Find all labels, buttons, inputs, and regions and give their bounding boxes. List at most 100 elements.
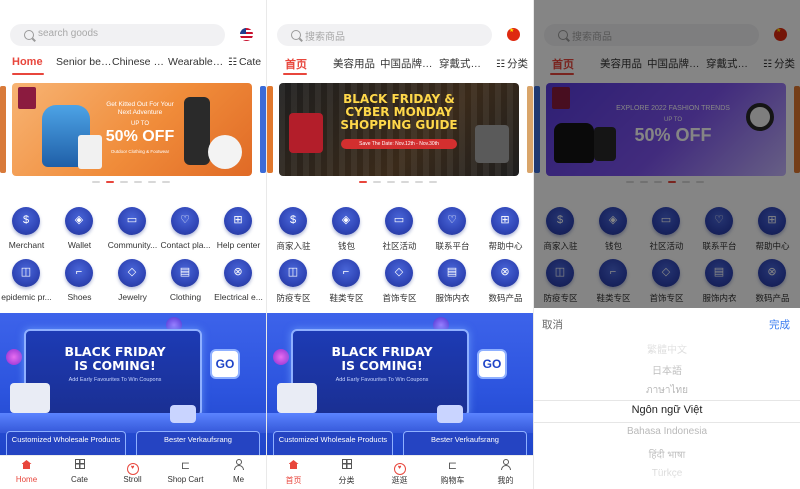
gift-box-image	[437, 405, 463, 423]
grid-item-jewelry[interactable]: ◇ 首饰专区	[373, 259, 426, 307]
language-option[interactable]: Bahasa Indonesia	[534, 426, 800, 437]
best-sellers-card[interactable]: Bester Verkaufsrang	[136, 431, 260, 456]
language-option[interactable]: 日本語	[534, 362, 800, 377]
black-friday-promo[interactable]: BLACK FRIDAY IS COMING! Add Early Favour…	[267, 313, 533, 456]
grid-item-label: 帮助中心	[488, 241, 523, 251]
tab-cate[interactable]: ☷ Cate	[228, 56, 261, 68]
grid-item-label: 联系平台	[435, 241, 470, 251]
promo-banner[interactable]: BLACK FRIDAY & CYBER MONDAY SHOPPING GUI…	[279, 83, 519, 176]
search-input[interactable]: 搜索商品	[277, 24, 492, 46]
active-tab-indicator	[12, 73, 44, 75]
language-option[interactable]: 繁體中文	[534, 341, 800, 356]
category-list-icon: ☷	[228, 57, 237, 68]
banner-up-to: UP TO	[130, 121, 149, 127]
grid-item-contact[interactable]: ♡ Contact pla...	[159, 207, 212, 255]
grid-item-shoes[interactable]: ⌐ 鞋类专区	[320, 259, 373, 307]
grid-item-epidemic[interactable]: ◫ epidemic pr...	[0, 259, 53, 307]
banner-pagination	[92, 181, 176, 184]
nav-me[interactable]: Me	[212, 458, 265, 484]
grid-item-contact[interactable]: ♡ 联系平台	[426, 207, 479, 255]
nav-stroll[interactable]: ♥ 逛逛	[373, 458, 426, 486]
grid-item-help-center[interactable]: ⊞ Help center	[212, 207, 265, 255]
electrical-icon: ⊗	[491, 259, 519, 287]
search-icon	[24, 30, 34, 40]
nav-label: 分类	[338, 476, 355, 485]
balloon-decoration	[6, 349, 22, 365]
nav-stroll[interactable]: ♥ Stroll	[106, 458, 159, 484]
nav-shop-cart[interactable]: ⊏ Shop Cart	[159, 458, 212, 484]
grid-item-electrical[interactable]: ⊗ 数码产品	[479, 259, 532, 307]
best-sellers-card[interactable]: Bester Verkaufsrang	[403, 431, 527, 456]
category-grid-icon	[53, 459, 106, 473]
tab-wearable[interactable]: 穿戴式科技	[439, 56, 491, 71]
grid-item-community[interactable]: ▭ Community...	[106, 207, 159, 255]
tab-home[interactable]: Home	[12, 56, 46, 68]
language-option[interactable]: हिंदी भाषा	[534, 447, 800, 461]
nav-home[interactable]: 首页	[267, 458, 320, 486]
grid-item-clothing[interactable]: ▤ Clothing	[159, 259, 212, 307]
nav-cate[interactable]: 分类	[320, 458, 373, 486]
nav-home[interactable]: Home	[0, 458, 53, 484]
grid-item-clothing[interactable]: ▤ 服饰内衣	[426, 259, 479, 307]
search-input[interactable]: search goods	[10, 24, 225, 46]
tab-home[interactable]: 首页	[285, 56, 311, 72]
promo-banner[interactable]: Get Kitted Out For Your Next Adventure U…	[12, 83, 252, 176]
pagination-dot-active	[359, 181, 367, 183]
us-flag-icon[interactable]	[240, 28, 253, 41]
tab-cate[interactable]: ☷ 分类	[496, 56, 528, 71]
picker-done-button[interactable]: 完成	[769, 317, 790, 332]
grid-item-label: Community...	[107, 240, 158, 250]
grid-item-community[interactable]: ▭ 社区活动	[373, 207, 426, 255]
tab-wearable[interactable]: Wearable ...	[168, 56, 224, 68]
promo-go-button[interactable]: GO	[210, 349, 240, 379]
merchant-icon: $	[279, 207, 307, 235]
black-friday-promo[interactable]: BLACK FRIDAY IS COMING! Add Early Favour…	[0, 313, 266, 456]
products-image	[277, 383, 317, 413]
tab-beauty[interactable]: 美容用品	[333, 56, 377, 71]
grid-item-jewelry[interactable]: ◇ Jewelry	[106, 259, 159, 307]
modal-backdrop[interactable]	[534, 0, 800, 308]
grid-item-help-center[interactable]: ⊞ 帮助中心	[479, 207, 532, 255]
china-flag-icon[interactable]	[507, 28, 520, 41]
search-icon	[291, 30, 301, 40]
wholesale-products-card[interactable]: Customized Wholesale Products	[6, 431, 126, 456]
nav-cate[interactable]: Cate	[53, 458, 106, 484]
nav-me[interactable]: 我的	[479, 458, 532, 486]
promo-billboard: BLACK FRIDAY IS COMING! Add Early Favour…	[24, 329, 202, 417]
promo-go-button[interactable]: GO	[477, 349, 507, 379]
pagination-dot	[134, 181, 142, 183]
grid-item-wallet[interactable]: ◈ Wallet	[53, 207, 106, 255]
language-option[interactable]: Türkçe	[534, 468, 800, 479]
grid-item-shoes[interactable]: ⌐ Shoes	[53, 259, 106, 307]
app-screen-chinese: 搜索商品 首页 美容用品 中国品牌手机 穿戴式科技 ☷分类 BLACK FRID…	[267, 0, 533, 489]
grid-item-label: Wallet	[67, 240, 92, 250]
picker-selection-line	[534, 422, 800, 423]
wholesale-products-card[interactable]: Customized Wholesale Products	[273, 431, 393, 456]
grid-item-merchant[interactable]: $ 商家入驻	[267, 207, 320, 255]
picker-cancel-button[interactable]: 取消	[542, 317, 563, 332]
grid-item-electrical[interactable]: ⊗ Electrical e...	[212, 259, 265, 307]
tab-chinese-brand-phones[interactable]: 中国品牌手机	[380, 56, 436, 71]
promo-subtitle: Add Early Favourites To Win Coupons	[335, 377, 429, 383]
tab-senior-beauty[interactable]: Senior bea...	[56, 56, 112, 68]
language-option-selected[interactable]: Ngôn ngữ Việt	[534, 404, 800, 416]
epidemic-icon: ◫	[279, 259, 307, 287]
picker-selection-line	[534, 400, 800, 401]
grid-item-epidemic[interactable]: ◫ 防疫专区	[267, 259, 320, 307]
help-center-icon: ⊞	[224, 207, 252, 235]
electrical-icon: ⊗	[224, 259, 252, 287]
tab-chinese-brand[interactable]: Chinese Br...	[112, 56, 168, 68]
nav-shop-cart[interactable]: ⊏ 购物车	[426, 458, 479, 486]
epidemic-icon: ◫	[12, 259, 40, 287]
jewelry-icon: ◇	[118, 259, 146, 287]
grid-item-wallet[interactable]: ◈ 钱包	[320, 207, 373, 255]
banner-date: Save The Date: Nov.12th - Nov.30th	[341, 139, 457, 149]
banner-prev-peek	[0, 86, 6, 173]
pagination-dot	[148, 181, 156, 183]
pagination-dot-active	[106, 181, 114, 183]
home-icon	[267, 459, 320, 473]
grid-item-merchant[interactable]: $ Merchant	[0, 207, 53, 255]
language-picker: 取消 完成 繁體中文 日本語 ภาษาไทย Ngôn ngữ Việt Bah…	[534, 308, 800, 489]
banner-line-1: Get Kitted Out For Your	[106, 101, 174, 108]
language-option[interactable]: ภาษาไทย	[534, 383, 800, 398]
